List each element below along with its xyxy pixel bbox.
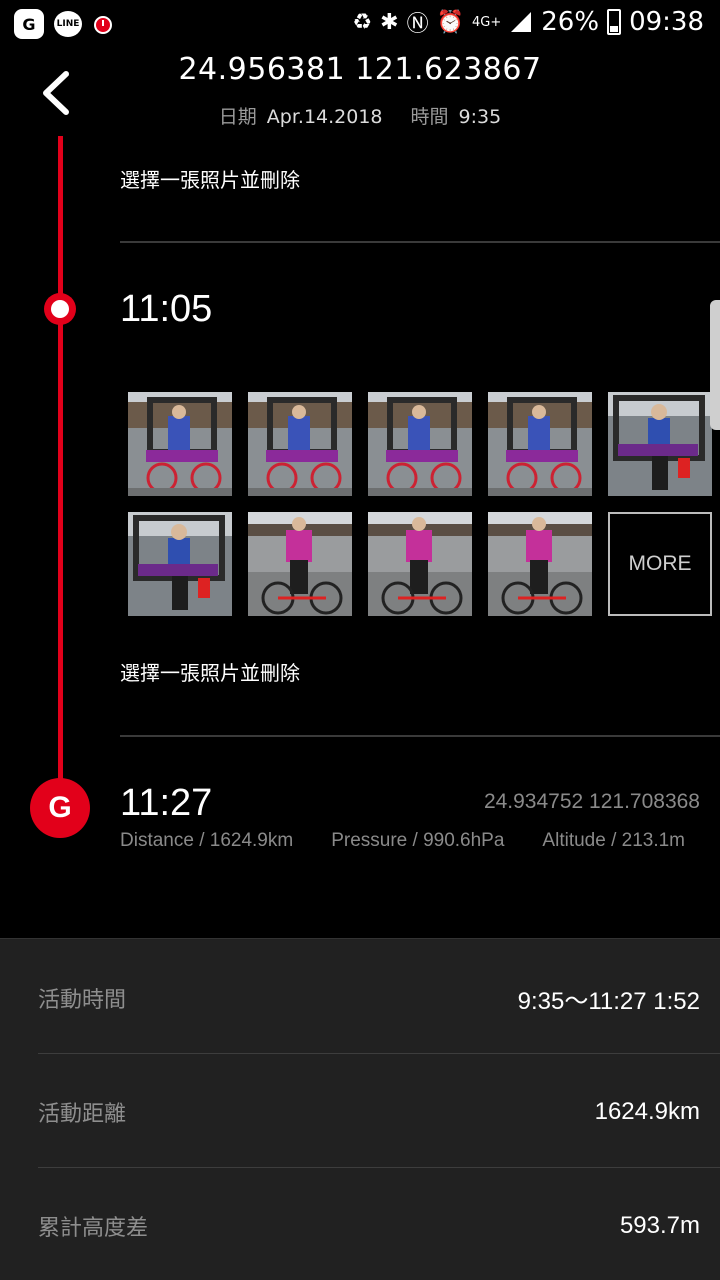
date-label: 日期 [218, 106, 257, 128]
goal-time: 11:27 [120, 782, 213, 824]
line-app-icon: LINE [54, 11, 82, 37]
summary-value: 593.7m [619, 1212, 700, 1239]
summary-label: 活動時間 [38, 988, 127, 1013]
summary-label: 累計高度差 [38, 1216, 149, 1241]
nfc-icon: Ⓝ [406, 12, 429, 37]
photo-thumbnail[interactable] [248, 392, 352, 496]
goal-pressure: Pressure / 990.6hPa [331, 830, 505, 851]
timeline-line [58, 136, 63, 796]
activity-summary-panel: 活動時間 9:35～11:27 1:52 活動距離 1624.9km 累計高度差… [0, 938, 720, 1280]
date-value: Apr.14.2018 [266, 106, 383, 128]
summary-row-activity-distance: 活動距離 1624.9km [38, 1055, 700, 1169]
goal-marker-icon: G [30, 778, 90, 838]
start-coordinates: 24.956381 121.623867 [178, 52, 542, 87]
goal-stats: Distance / 1624.9km Pressure / 990.6hPa Al… [120, 830, 720, 852]
photo-thumbnail[interactable] [128, 512, 232, 616]
goal-coordinates: 24.934752 121.708368 [483, 790, 700, 813]
select-delete-photo-link[interactable]: 選擇一張照片並刪除 [120, 164, 300, 193]
select-delete-photo-link[interactable]: 選擇一張照片並刪除 [120, 657, 300, 686]
photo-thumbnail[interactable] [368, 512, 472, 616]
time-label: 時間 [410, 106, 449, 128]
summary-value: 1624.9km [594, 1098, 700, 1125]
divider [120, 735, 720, 737]
system-status: ♻ ✱ Ⓝ ⏰ 4G+ 26% 09:38 [352, 6, 704, 38]
divider [120, 241, 720, 243]
photo-thumbnail[interactable] [608, 392, 712, 496]
battery-percent: 26% [541, 7, 600, 37]
photo-thumbnail[interactable] [248, 512, 352, 616]
divider [38, 1053, 720, 1054]
battery-saver-icon: ♻ [352, 9, 373, 35]
network-type: 4G+ [472, 14, 502, 30]
time-value: 9:35 [458, 106, 502, 128]
divider [38, 1167, 720, 1168]
signal-icon [511, 12, 532, 32]
photo-thumbnail[interactable] [128, 392, 232, 496]
notification-icons: G LINE [14, 9, 114, 39]
goal-distance: Distance / 1624.9km [120, 830, 294, 851]
photo-thumbnail[interactable] [488, 512, 592, 616]
date-time-info: 日期 Apr.14.2018 時間 9:35 [0, 102, 720, 129]
status-bar: G LINE ♻ ✱ Ⓝ ⏰ 4G+ 26% 09:38 [0, 0, 720, 48]
goal-altitude: Altitude / 213.1m [542, 830, 686, 851]
alarm-icon [94, 16, 112, 34]
clock: 09:38 [629, 7, 704, 37]
summary-value: 9:35～11:27 1:52 [517, 987, 700, 1015]
summary-row-elevation-gain: 累計高度差 593.7m [38, 1169, 700, 1280]
photo-thumbnail[interactable] [368, 392, 472, 496]
scrollbar-handle[interactable] [710, 300, 720, 430]
bluetooth-icon: ✱ [380, 9, 399, 35]
alarm-clock-icon: ⏰ [436, 9, 465, 35]
g-app-icon: G [14, 9, 44, 39]
summary-label: 活動距離 [38, 1102, 127, 1127]
photo-thumbnail[interactable] [488, 392, 592, 496]
summary-row-activity-time: 活動時間 9:35～11:27 1:52 [38, 941, 700, 1055]
more-photos-button[interactable]: MORE [608, 512, 712, 616]
battery-icon [607, 9, 622, 35]
checkpoint-time: 11:05 [120, 288, 213, 330]
checkpoint-marker [44, 293, 76, 325]
